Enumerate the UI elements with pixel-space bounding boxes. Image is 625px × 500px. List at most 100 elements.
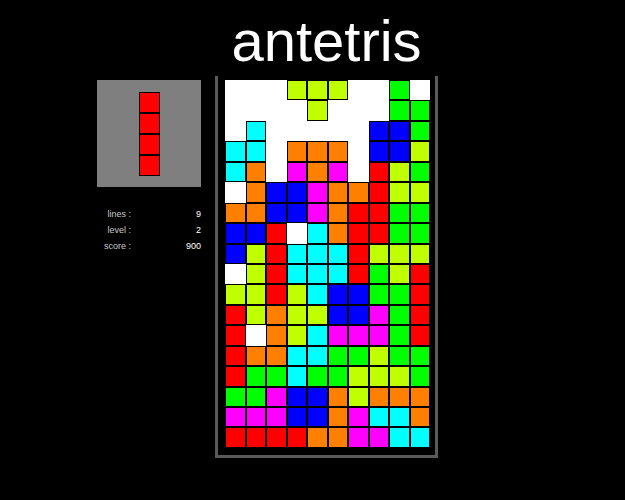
board-cell bbox=[225, 407, 246, 427]
board-cell bbox=[225, 325, 246, 345]
board-cell bbox=[246, 223, 267, 243]
board-cell bbox=[328, 244, 349, 264]
board-cell bbox=[389, 162, 410, 182]
board-cell bbox=[389, 305, 410, 325]
board-cell bbox=[348, 244, 369, 264]
board-cell bbox=[410, 407, 431, 427]
board-cell bbox=[287, 325, 308, 345]
board-cell bbox=[410, 366, 431, 386]
board-cell bbox=[389, 223, 410, 243]
board-cell bbox=[307, 203, 328, 223]
board-cell bbox=[369, 162, 390, 182]
board-cell bbox=[287, 407, 308, 427]
side-panel: lines :9level :2score :900 bbox=[97, 80, 201, 254]
board-cell bbox=[225, 284, 246, 304]
board-cell bbox=[225, 121, 246, 141]
board-cell bbox=[389, 244, 410, 264]
board-cell bbox=[348, 80, 369, 100]
board-cell bbox=[266, 305, 287, 325]
board-cell bbox=[328, 162, 349, 182]
board-cell bbox=[225, 427, 246, 447]
board-cell bbox=[266, 141, 287, 161]
board-cell bbox=[225, 203, 246, 223]
stat-label: lines : bbox=[97, 206, 131, 222]
board-cell bbox=[266, 407, 287, 427]
board-cell bbox=[246, 427, 267, 447]
board-cell bbox=[348, 162, 369, 182]
board-cell bbox=[287, 141, 308, 161]
board-cell bbox=[287, 366, 308, 386]
board-cell bbox=[307, 264, 328, 284]
next-piece-cell bbox=[139, 92, 160, 113]
board-cell bbox=[389, 387, 410, 407]
board-cell bbox=[307, 80, 328, 100]
board-cell bbox=[225, 182, 246, 202]
board-cell bbox=[348, 141, 369, 161]
board-cell bbox=[389, 427, 410, 447]
game-board[interactable] bbox=[225, 80, 430, 448]
board-cell bbox=[246, 407, 267, 427]
board-cell bbox=[410, 182, 431, 202]
board-cell bbox=[287, 427, 308, 447]
board-cell bbox=[369, 264, 390, 284]
stat-label: score : bbox=[97, 238, 131, 254]
board-cell bbox=[369, 387, 390, 407]
board-cell bbox=[266, 80, 287, 100]
board-cell bbox=[225, 305, 246, 325]
board-cell bbox=[287, 305, 308, 325]
board-cell bbox=[328, 325, 349, 345]
board-cell bbox=[328, 387, 349, 407]
board-cell bbox=[328, 223, 349, 243]
board-cell bbox=[328, 407, 349, 427]
board-cell bbox=[389, 346, 410, 366]
board-cell bbox=[348, 427, 369, 447]
stat-row: score :900 bbox=[97, 238, 201, 254]
board-cell bbox=[328, 284, 349, 304]
board-cell bbox=[225, 346, 246, 366]
board-cell bbox=[266, 284, 287, 304]
board-cell bbox=[266, 387, 287, 407]
board-cell bbox=[287, 182, 308, 202]
board-cell bbox=[348, 387, 369, 407]
board-cell bbox=[287, 80, 308, 100]
board-cell bbox=[348, 223, 369, 243]
board-cell bbox=[225, 366, 246, 386]
play-area: antetris bbox=[215, 0, 438, 458]
board-cell bbox=[410, 162, 431, 182]
board-cell bbox=[307, 305, 328, 325]
board-cell bbox=[328, 366, 349, 386]
board-cell bbox=[328, 100, 349, 120]
board-cell bbox=[246, 264, 267, 284]
stat-row: level :2 bbox=[97, 222, 201, 238]
board-cell bbox=[389, 203, 410, 223]
board-cell bbox=[266, 223, 287, 243]
board-cell bbox=[246, 80, 267, 100]
board-cell bbox=[369, 121, 390, 141]
board-cell bbox=[266, 346, 287, 366]
board-cell bbox=[348, 203, 369, 223]
board-cell bbox=[348, 305, 369, 325]
board-cell bbox=[348, 366, 369, 386]
board-cell bbox=[307, 100, 328, 120]
board-cell bbox=[369, 244, 390, 264]
board-cell bbox=[287, 100, 308, 120]
board-cell bbox=[307, 387, 328, 407]
board-cell bbox=[266, 366, 287, 386]
board-cell bbox=[389, 141, 410, 161]
board-cell bbox=[246, 182, 267, 202]
board-cell bbox=[389, 121, 410, 141]
board-cell bbox=[410, 121, 431, 141]
board-cell bbox=[389, 366, 410, 386]
board-cell bbox=[307, 121, 328, 141]
board-cell bbox=[287, 264, 308, 284]
next-piece-cell bbox=[139, 134, 160, 155]
board-cell bbox=[246, 325, 267, 345]
board-cell bbox=[328, 427, 349, 447]
board-cell bbox=[266, 162, 287, 182]
board-cell bbox=[410, 244, 431, 264]
board-cell bbox=[246, 284, 267, 304]
board-cell bbox=[225, 162, 246, 182]
board-cell bbox=[328, 305, 349, 325]
game-title: antetris bbox=[215, 0, 438, 76]
board-cell bbox=[410, 264, 431, 284]
